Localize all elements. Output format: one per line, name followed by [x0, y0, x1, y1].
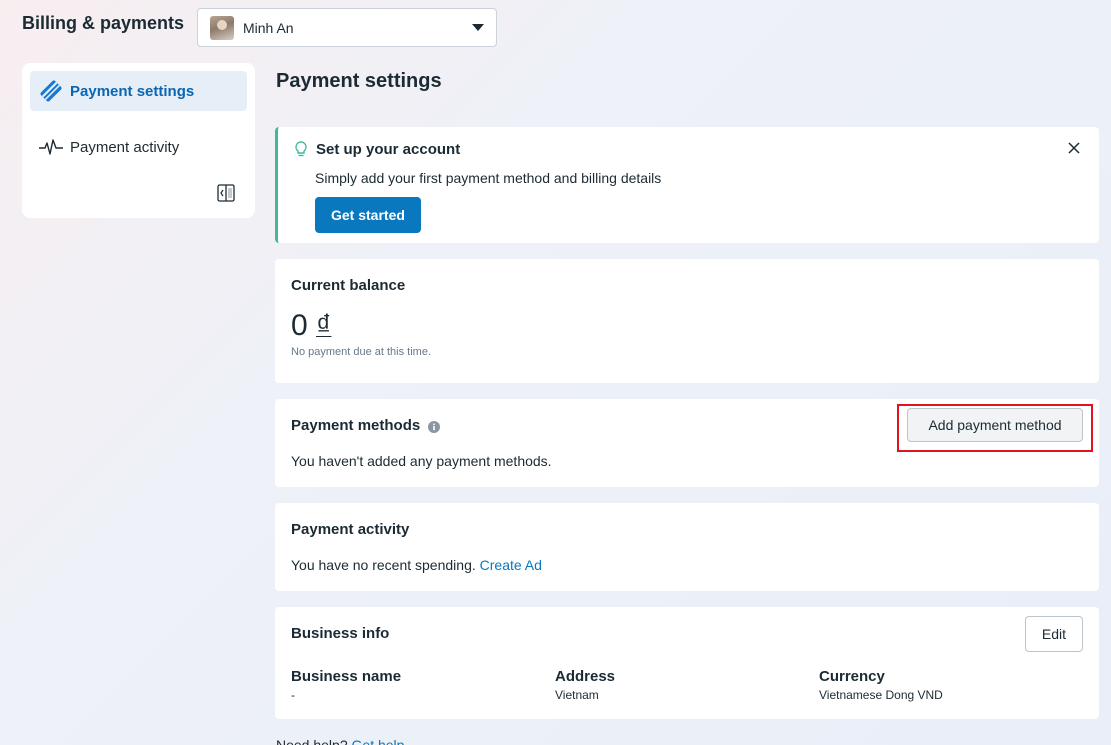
avatar — [210, 15, 234, 40]
business-info-card: Business info Edit Business name - Addre… — [275, 607, 1099, 719]
get-help-link[interactable]: Get help — [352, 737, 405, 745]
add-payment-method-button[interactable]: Add payment method — [907, 408, 1083, 442]
account-name: Minh An — [243, 19, 294, 36]
current-balance-card: Current balance 0 ₫ No payment due at th… — [275, 259, 1099, 383]
collapse-sidebar-icon[interactable] — [217, 184, 235, 202]
no-spending-text: You have no recent spending. — [291, 557, 476, 573]
balance-title: Current balance — [291, 277, 406, 294]
edit-button[interactable]: Edit — [1024, 616, 1083, 652]
close-icon[interactable] — [1067, 141, 1081, 155]
chevron-down-icon — [472, 24, 484, 31]
app-title: Billing & payments — [22, 13, 185, 33]
balance-number: 0 — [291, 309, 308, 342]
currency-field: Currency Vietnamese Dong VND — [819, 668, 1083, 702]
sidebar-item-payment-activity[interactable]: Payment activity — [30, 127, 247, 167]
help-footer: Need help? Get help — [276, 737, 404, 745]
field-value: - — [291, 688, 295, 702]
payment-methods-card: Payment methods You haven't added any pa… — [275, 399, 1099, 487]
help-text: Need help? — [276, 737, 348, 745]
sidebar-item-payment-settings[interactable]: Payment settings — [30, 71, 247, 111]
address-field: Address Vietnam — [555, 668, 819, 702]
sidebar-item-label: Payment settings — [70, 82, 195, 100]
get-started-button[interactable]: Get started — [315, 197, 421, 233]
sidebar: Payment settings Payment activity — [22, 63, 255, 218]
sidebar-item-label: Payment activity — [70, 138, 180, 156]
business-info-title: Business info — [291, 625, 390, 642]
payment-methods-title: Payment methods — [291, 417, 421, 434]
field-label: Address — [555, 668, 616, 685]
page-title: Payment settings — [276, 70, 442, 92]
activity-pulse-icon — [38, 134, 64, 160]
setup-title: Set up your account — [316, 140, 461, 158]
business-name-field: Business name - — [291, 668, 555, 702]
payment-activity-card: Payment activity You have no recent spen… — [275, 503, 1099, 591]
account-selector[interactable]: Minh An — [197, 8, 497, 47]
balance-note: No payment due at this time. — [291, 346, 432, 358]
credit-card-icon — [38, 78, 64, 104]
create-ad-link[interactable]: Create Ad — [480, 557, 542, 573]
payment-activity-text: You have no recent spending. Create Ad — [291, 557, 1083, 573]
field-value: Vietnamese Dong VND — [819, 688, 943, 702]
field-label: Currency — [819, 668, 885, 685]
currency-symbol: ₫ — [316, 309, 332, 342]
field-value: Vietnam — [555, 688, 599, 702]
field-label: Business name — [291, 668, 402, 685]
info-icon[interactable] — [428, 420, 441, 433]
payment-activity-title: Payment activity — [291, 521, 410, 538]
setup-description: Simply add your first payment method and… — [315, 170, 662, 186]
balance-amount: 0 ₫ — [291, 310, 1083, 342]
payment-methods-empty: You haven't added any payment methods. — [291, 453, 552, 469]
lightbulb-icon — [292, 140, 310, 158]
setup-account-card: Set up your account Simply add your firs… — [275, 127, 1099, 243]
